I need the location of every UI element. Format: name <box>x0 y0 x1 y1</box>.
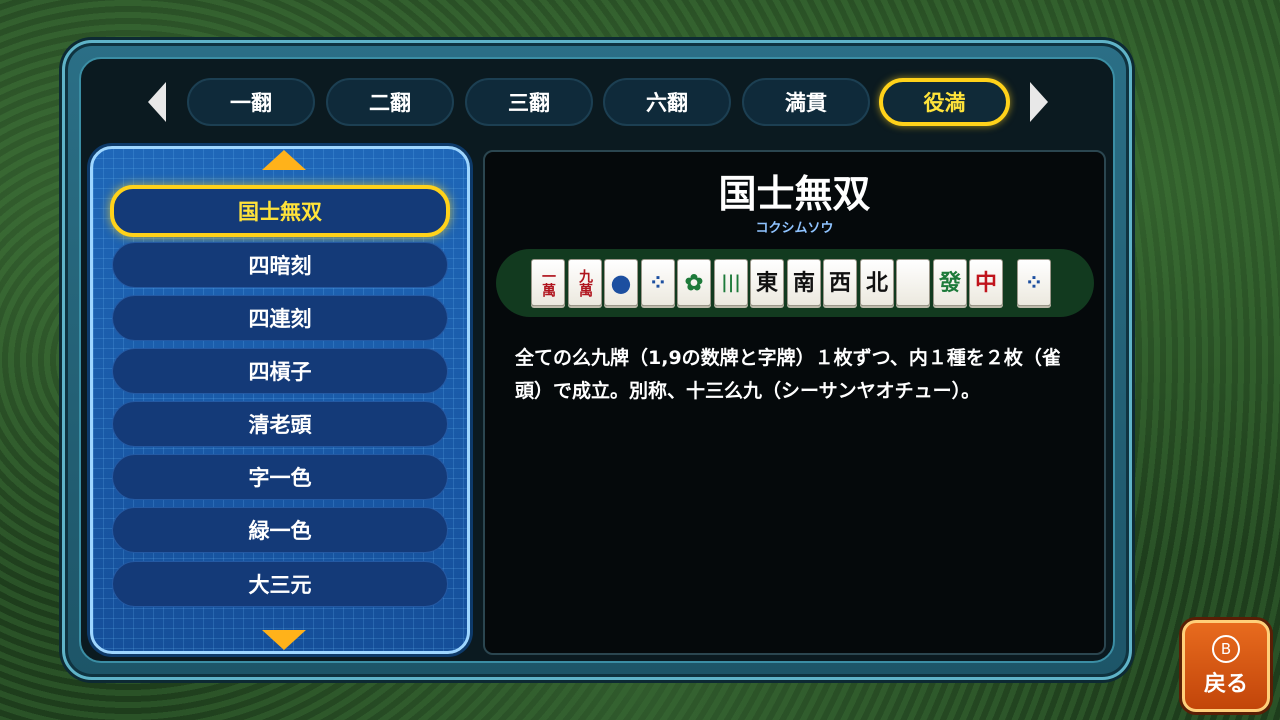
tab-6-han[interactable]: 六翻 <box>603 78 731 126</box>
1-pin-tile: ● <box>604 259 638 306</box>
yaku-item-suukantsu[interactable]: 四槓子 <box>112 348 448 394</box>
back-button-label: 戻る <box>1203 672 1248 697</box>
yaku-item-tsuuiisou[interactable]: 字一色 <box>112 454 448 500</box>
tab-1-han[interactable]: 一翻 <box>187 78 315 126</box>
scroll-down-arrow-icon[interactable] <box>262 630 306 650</box>
1-man-tile: 一萬 <box>531 259 565 306</box>
tab-2-han[interactable]: 二翻 <box>326 78 454 126</box>
scroll-up-arrow-icon[interactable] <box>262 150 306 170</box>
south-tile: 南 <box>787 259 821 306</box>
tab-yakuman[interactable]: 役満 <box>879 78 1010 126</box>
north-tile: 北 <box>860 259 894 306</box>
1-sou-tile: ✿ <box>677 259 711 306</box>
yaku-item-kokushi[interactable]: 国士無双 <box>110 185 450 237</box>
east-tile: 東 <box>750 259 784 306</box>
9-sou-tile: ||| <box>714 259 748 306</box>
yaku-item-suurenkou[interactable]: 四連刻 <box>112 295 448 341</box>
green-dragon-tile: 發 <box>933 259 967 306</box>
b-button-icon: B <box>1212 635 1240 663</box>
prev-tab-arrow-icon[interactable] <box>148 82 166 122</box>
west-tile: 西 <box>823 259 857 306</box>
9-pin-tile: ⁘ <box>641 259 675 306</box>
tab-mangan[interactable]: 満貫 <box>742 78 870 126</box>
red-dragon-tile: 中 <box>969 259 1003 306</box>
yaku-description: 全ての么九牌（1,9の数牌と字牌）１枚ずつ、内１種を２枚（雀頭）で成立。別称、十… <box>515 347 1061 402</box>
yaku-item-chinroutou[interactable]: 清老頭 <box>112 401 448 447</box>
yaku-reading: コクシムソウ <box>755 221 834 236</box>
yaku-item-ryuuiisou[interactable]: 緑一色 <box>112 507 448 553</box>
yaku-title: 国士無双 <box>718 172 871 216</box>
white-dragon-tile <box>896 259 930 306</box>
9-pin-pair-tile: ⁘ <box>1017 259 1051 306</box>
yaku-item-suuankou[interactable]: 四暗刻 <box>112 242 448 288</box>
9-man-tile: 九萬 <box>568 259 602 306</box>
next-tab-arrow-icon[interactable] <box>1030 82 1048 122</box>
yaku-item-daisangen[interactable]: 大三元 <box>112 561 448 607</box>
tab-3-han[interactable]: 三翻 <box>465 78 593 126</box>
